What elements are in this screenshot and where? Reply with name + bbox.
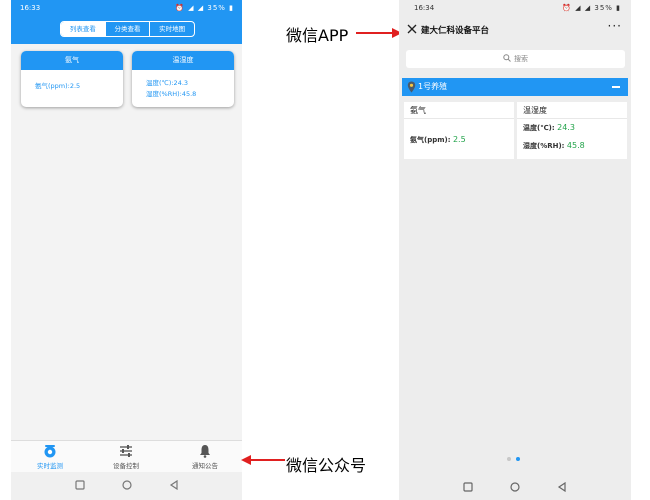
ammonia-value: 2.5 bbox=[452, 135, 466, 144]
page-dot[interactable] bbox=[507, 457, 511, 461]
location-pin-icon bbox=[407, 81, 416, 93]
more-options-button[interactable]: ··· bbox=[608, 19, 622, 33]
card-title: 温湿度 bbox=[132, 51, 234, 70]
ammonia-card[interactable]: 氨气 氨气(ppm): 2.5 bbox=[404, 102, 514, 159]
nav-label: 设备控制 bbox=[113, 462, 139, 470]
ammonia-label: 氨气(ppm): bbox=[410, 136, 451, 144]
wechat-app-annotation: 微信APP bbox=[286, 26, 349, 45]
back-button[interactable] bbox=[557, 481, 567, 496]
more-icon: ··· bbox=[607, 19, 622, 33]
temp-humidity-card[interactable]: 温湿度 温度(℃): 24.3 湿度(%RH): 45.8 bbox=[517, 102, 627, 159]
recents-button[interactable] bbox=[463, 482, 473, 496]
arrow-to-app-icon bbox=[356, 28, 402, 38]
status-time: 16:34 bbox=[414, 4, 435, 12]
search-icon bbox=[503, 54, 511, 62]
card-title: 氨气 bbox=[21, 51, 123, 70]
search-placeholder: 搜索 bbox=[514, 55, 528, 63]
recents-button[interactable] bbox=[75, 480, 85, 494]
ammonia-reading: 氨气(ppm):2.5 bbox=[35, 82, 81, 90]
official-account-screen: 16:33 ⏰ ◢ ◢ 35% ▮ 列表查看 分类查看 实时地图 氨气 氨气(p… bbox=[11, 0, 242, 500]
temperature-reading: 温度(℃):24.3 bbox=[146, 79, 189, 87]
group-header[interactable]: 1号养殖 bbox=[402, 78, 628, 96]
nav-device-control[interactable]: 设备控制 bbox=[101, 444, 151, 470]
humidity-reading: 湿度(%RH):45.8 bbox=[146, 90, 197, 98]
close-icon bbox=[407, 24, 417, 34]
home-button[interactable] bbox=[510, 482, 520, 496]
arrow-to-official-account-icon bbox=[241, 455, 285, 465]
humidity-value: 45.8 bbox=[566, 141, 585, 150]
status-bar: 16:34 ⏰ ◢ ◢ 35% ▮ bbox=[399, 0, 631, 17]
temperature-value: 24.3 bbox=[557, 123, 575, 132]
title-bar: 建大仁科设备平台 ··· bbox=[399, 17, 631, 44]
nav-label: 实时监测 bbox=[37, 462, 63, 470]
status-icons: ⏰ ◢ ◢ 35% ▮ bbox=[562, 4, 621, 12]
view-tabs: 列表查看 分类查看 实时地图 bbox=[60, 21, 195, 37]
monitor-icon bbox=[25, 444, 75, 458]
wechat-official-account-annotation: 微信公众号 bbox=[286, 456, 367, 475]
bottom-nav: 实时监测 设备控制 通知公告 bbox=[11, 440, 242, 472]
nav-realtime-monitor[interactable]: 实时监测 bbox=[25, 444, 75, 470]
status-time: 16:33 bbox=[20, 4, 41, 12]
collapse-icon[interactable] bbox=[612, 86, 620, 88]
ammonia-card[interactable]: 氨气 氨气(ppm):2.5 bbox=[21, 51, 123, 107]
group-label: 1号养殖 bbox=[418, 82, 448, 91]
status-bar: 16:33 ⏰ ◢ ◢ 35% ▮ bbox=[11, 0, 242, 16]
temperature-label: 温度(℃): bbox=[523, 124, 555, 132]
system-nav-bar bbox=[11, 472, 242, 500]
close-button[interactable] bbox=[405, 21, 419, 37]
page-dot-active[interactable] bbox=[516, 457, 520, 461]
tab-list-view[interactable]: 列表查看 bbox=[61, 22, 105, 36]
nav-label: 通知公告 bbox=[192, 462, 218, 470]
humidity-label: 湿度(%RH): bbox=[523, 142, 565, 150]
nav-notifications[interactable]: 通知公告 bbox=[180, 444, 230, 470]
page-title: 建大仁科设备平台 bbox=[421, 26, 490, 36]
page-indicator bbox=[507, 457, 527, 463]
app-header: 列表查看 分类查看 实时地图 bbox=[11, 16, 242, 44]
tab-realtime-map[interactable]: 实时地图 bbox=[149, 22, 194, 36]
tab-category-view[interactable]: 分类查看 bbox=[104, 22, 150, 36]
sliders-icon bbox=[101, 444, 151, 458]
back-button[interactable] bbox=[169, 479, 179, 494]
home-button[interactable] bbox=[122, 480, 132, 494]
wechat-app-screen: 16:34 ⏰ ◢ ◢ 35% ▮ 建大仁科设备平台 ··· 搜索 1号养殖 氨… bbox=[399, 0, 631, 500]
search-input[interactable]: 搜索 bbox=[406, 50, 625, 68]
card-title: 温湿度 bbox=[517, 102, 627, 119]
status-icons: ⏰ ◢ ◢ 35% ▮ bbox=[175, 4, 234, 12]
system-nav-bar bbox=[399, 476, 631, 500]
bell-icon bbox=[180, 444, 230, 458]
card-title: 氨气 bbox=[404, 102, 514, 119]
temp-humidity-card[interactable]: 温湿度 温度(℃):24.3 湿度(%RH):45.8 bbox=[132, 51, 234, 107]
